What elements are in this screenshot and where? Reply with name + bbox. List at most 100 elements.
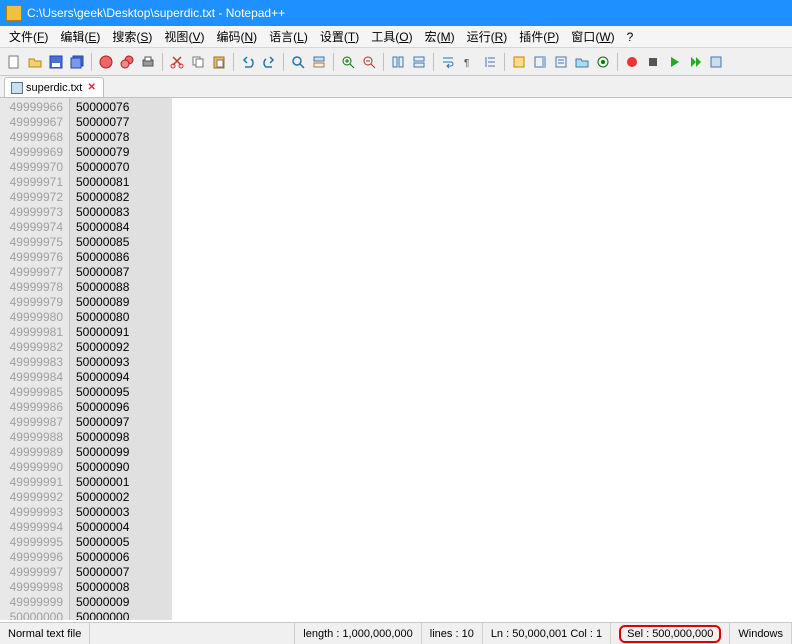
doc-map-icon[interactable]: [530, 52, 550, 72]
window-title: C:\Users\geek\Desktop\superdic.txt - Not…: [27, 6, 285, 20]
line-number: 50000000: [0, 610, 63, 620]
menu-encoding[interactable]: 编码(N): [211, 26, 262, 47]
line-number: 49999986: [0, 400, 63, 415]
line-number: 49999994: [0, 520, 63, 535]
monitor-icon[interactable]: [593, 52, 613, 72]
status-filetype: Normal text file: [0, 623, 90, 644]
close-icon[interactable]: [96, 52, 116, 72]
menu-file[interactable]: 文件(F): [4, 26, 53, 47]
line-number: 49999982: [0, 340, 63, 355]
menu-run[interactable]: 运行(R): [462, 26, 513, 47]
line-number: 49999975: [0, 235, 63, 250]
status-eol: Windows: [730, 623, 792, 644]
menubar: 文件(F) 编辑(E) 搜索(S) 视图(V) 编码(N) 语言(L) 设置(T…: [0, 26, 792, 48]
copy-icon[interactable]: [188, 52, 208, 72]
line-number: 49999983: [0, 355, 63, 370]
line-number: 49999991: [0, 475, 63, 490]
line-number: 49999969: [0, 145, 63, 160]
line-number: 49999978: [0, 280, 63, 295]
tabbar: superdic.txt ✕: [0, 76, 792, 98]
save-all-icon[interactable]: [67, 52, 87, 72]
menu-macro[interactable]: 宏(M): [420, 26, 460, 47]
editor-whitespace[interactable]: [172, 98, 792, 620]
line-number: 49999977: [0, 265, 63, 280]
play-multi-icon[interactable]: [685, 52, 705, 72]
open-file-icon[interactable]: [25, 52, 45, 72]
line-number: 49999999: [0, 595, 63, 610]
statusbar: Normal text file length : 1,000,000,000 …: [0, 622, 792, 644]
line-number: 49999968: [0, 130, 63, 145]
line-number: 49999973: [0, 205, 63, 220]
line-number-gutter: 4999996649999967499999684999996949999970…: [0, 98, 70, 620]
line-number: 49999980: [0, 310, 63, 325]
print-icon[interactable]: [138, 52, 158, 72]
new-file-icon[interactable]: [4, 52, 24, 72]
menu-help[interactable]: ?: [622, 28, 639, 46]
editor-area[interactable]: 4999996649999967499999684999996949999970…: [0, 98, 792, 620]
undo-icon[interactable]: [238, 52, 258, 72]
stop-macro-icon[interactable]: [643, 52, 663, 72]
line-number: 49999972: [0, 190, 63, 205]
toolbar: ¶: [0, 48, 792, 76]
line-number: 49999988: [0, 430, 63, 445]
status-position: Ln : 50,000,001 Col : 1: [483, 623, 611, 644]
line-number: 49999995: [0, 535, 63, 550]
show-all-chars-icon[interactable]: ¶: [459, 52, 479, 72]
line-number: 49999971: [0, 175, 63, 190]
line-number: 49999992: [0, 490, 63, 505]
status-length: length : 1,000,000,000: [295, 623, 421, 644]
sync-v-icon[interactable]: [388, 52, 408, 72]
menu-language[interactable]: 语言(L): [264, 26, 313, 47]
menu-settings[interactable]: 设置(T): [315, 26, 364, 47]
line-number: 49999979: [0, 295, 63, 310]
folder-workspace-icon[interactable]: [572, 52, 592, 72]
save-macro-icon[interactable]: [706, 52, 726, 72]
line-number: 49999967: [0, 115, 63, 130]
line-number: 49999985: [0, 385, 63, 400]
line-number: 49999987: [0, 415, 63, 430]
line-number: 49999998: [0, 580, 63, 595]
tab-label: superdic.txt: [26, 82, 82, 94]
line-number: 49999966: [0, 100, 63, 115]
svg-text:¶: ¶: [464, 58, 469, 69]
func-list-icon[interactable]: [551, 52, 571, 72]
menu-search[interactable]: 搜索(S): [107, 26, 157, 47]
menu-plugins[interactable]: 插件(P): [514, 26, 564, 47]
close-all-icon[interactable]: [117, 52, 137, 72]
zoom-out-icon[interactable]: [359, 52, 379, 72]
line-number: 49999993: [0, 505, 63, 520]
line-number: 49999981: [0, 325, 63, 340]
paste-icon[interactable]: [209, 52, 229, 72]
menu-view[interactable]: 视图(V): [159, 26, 209, 47]
lang-icon[interactable]: [509, 52, 529, 72]
document-icon: [11, 82, 23, 94]
line-number: 49999984: [0, 370, 63, 385]
redo-icon[interactable]: [259, 52, 279, 72]
menu-window[interactable]: 窗口(W): [566, 26, 619, 47]
replace-icon[interactable]: [309, 52, 329, 72]
play-macro-icon[interactable]: [664, 52, 684, 72]
indent-guide-icon[interactable]: [480, 52, 500, 72]
zoom-in-icon[interactable]: [338, 52, 358, 72]
record-macro-icon[interactable]: [622, 52, 642, 72]
line-number: 49999974: [0, 220, 63, 235]
line-number: 49999997: [0, 565, 63, 580]
status-selection: Sel : 500,000,000: [611, 623, 730, 644]
save-icon[interactable]: [46, 52, 66, 72]
line-number: 49999970: [0, 160, 63, 175]
titlebar: C:\Users\geek\Desktop\superdic.txt - Not…: [0, 0, 792, 26]
tab-superdic[interactable]: superdic.txt ✕: [4, 77, 104, 97]
status-lines: lines : 10: [422, 623, 483, 644]
cut-icon[interactable]: [167, 52, 187, 72]
line-number: 49999996: [0, 550, 63, 565]
app-icon: [6, 5, 22, 21]
line-number: 49999989: [0, 445, 63, 460]
line-number: 49999976: [0, 250, 63, 265]
line-number: 49999990: [0, 460, 63, 475]
menu-edit[interactable]: 编辑(E): [55, 26, 105, 47]
tab-close-icon[interactable]: ✕: [86, 82, 97, 93]
sync-h-icon[interactable]: [409, 52, 429, 72]
find-icon[interactable]: [288, 52, 308, 72]
menu-tools[interactable]: 工具(O): [366, 26, 417, 47]
wordwrap-icon[interactable]: [438, 52, 458, 72]
